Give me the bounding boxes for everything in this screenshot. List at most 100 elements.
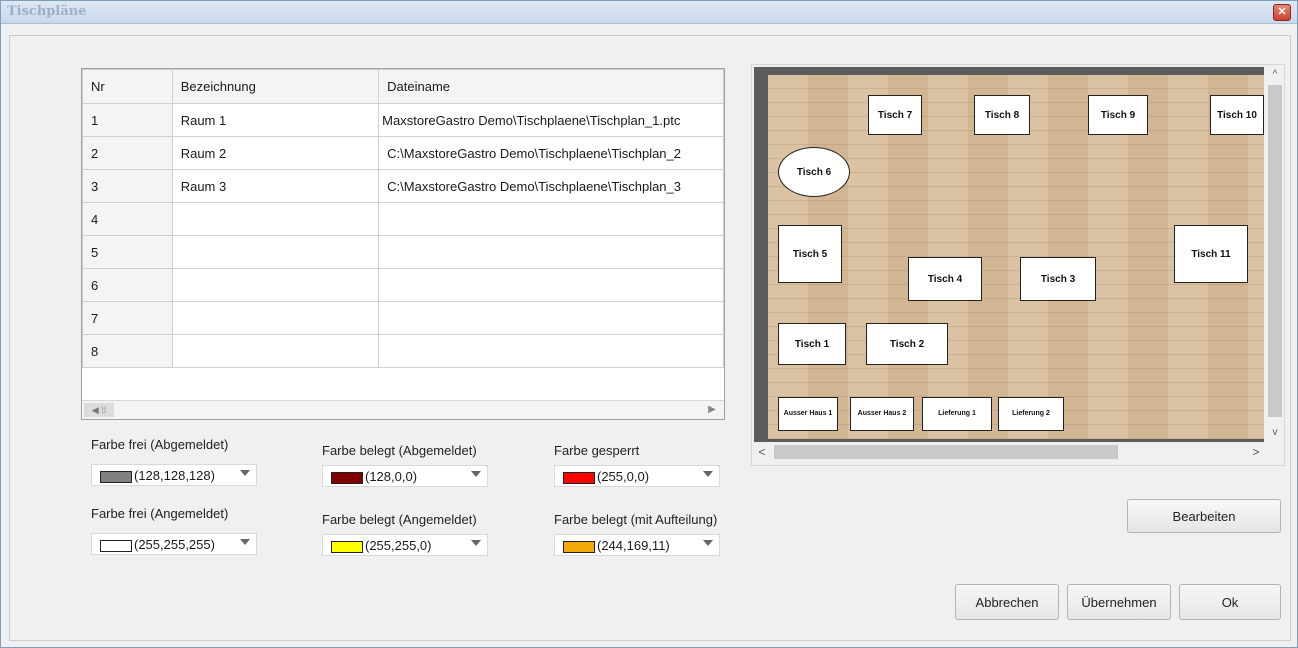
table-row[interactable]: 3 Raum 3 C:\MaxstoreGastro Demo\Tischplaen… bbox=[82, 169, 724, 203]
color-select-occupied-split[interactable]: (244,169,11) bbox=[554, 534, 720, 556]
color-select-occupied-logged-out[interactable]: (128,0,0) bbox=[322, 465, 488, 487]
row-name[interactable] bbox=[171, 334, 380, 368]
scroll-thumb[interactable] bbox=[1268, 85, 1282, 417]
row-name[interactable] bbox=[171, 235, 380, 269]
chevron-down-icon[interactable]: v bbox=[1266, 425, 1284, 441]
color-select-free-logged-out[interactable]: (128,128,128) bbox=[91, 464, 257, 486]
color-select-locked[interactable]: (255,0,0) bbox=[554, 465, 720, 487]
scroll-right-icon[interactable]: ▶ bbox=[704, 403, 720, 417]
floorplan-canvas: Tisch 7 Tisch 8 Tisch 9 Tisch 10 Tisch 6… bbox=[768, 75, 1264, 439]
table-tisch-8[interactable]: Tisch 8 bbox=[974, 95, 1030, 135]
chevron-left-icon[interactable]: < bbox=[754, 443, 770, 461]
table-row[interactable]: 8 bbox=[82, 334, 724, 368]
table-row[interactable]: 6 bbox=[82, 268, 724, 302]
title-bar: Tischpläne ✕ bbox=[1, 1, 1297, 24]
table-tisch-1[interactable]: Tisch 1 bbox=[778, 323, 846, 365]
color-value: (128,128,128) bbox=[134, 468, 215, 483]
row-file[interactable]: C:\MaxstoreGastro Demo\Tischplaene\Tisch… bbox=[378, 169, 724, 203]
edit-button[interactable]: Bearbeiten bbox=[1127, 499, 1281, 533]
table-tisch-3[interactable]: Tisch 3 bbox=[1020, 257, 1096, 301]
scroll-left-icon[interactable]: ◀ ⁞⁞ bbox=[84, 403, 114, 417]
row-file[interactable] bbox=[378, 301, 724, 335]
apply-button[interactable]: Übernehmen bbox=[1067, 584, 1171, 620]
color-label-occupied-logged-in: Farbe belegt (Angemeldet) bbox=[322, 512, 477, 527]
row-file[interactable]: MaxstoreGastro Demo\Tischplaene\Tischpla… bbox=[378, 103, 724, 137]
row-file[interactable] bbox=[378, 268, 724, 302]
color-value: (128,0,0) bbox=[365, 469, 418, 484]
table-lieferung-1[interactable]: Lieferung 1 bbox=[922, 397, 992, 431]
row-nr: 5 bbox=[82, 235, 173, 269]
color-label-occupied-logged-out: Farbe belegt (Abgemeldet) bbox=[322, 443, 477, 458]
chevron-down-icon[interactable] bbox=[703, 540, 713, 546]
table-tisch-6[interactable]: Tisch 6 bbox=[778, 147, 850, 197]
preview-horizontal-scrollbar[interactable]: < > bbox=[752, 443, 1266, 461]
chevron-up-icon[interactable]: ^ bbox=[1266, 67, 1284, 83]
preview-vertical-scrollbar[interactable]: ^ v bbox=[1266, 65, 1284, 443]
row-file[interactable] bbox=[378, 202, 724, 236]
close-icon[interactable]: ✕ bbox=[1273, 4, 1291, 21]
color-label-free-logged-out: Farbe frei (Abgemeldet) bbox=[91, 437, 229, 452]
table-tisch-7[interactable]: Tisch 7 bbox=[868, 95, 922, 135]
table-tisch-11[interactable]: Tisch 11 bbox=[1174, 225, 1248, 283]
ok-button[interactable]: Ok bbox=[1179, 584, 1281, 620]
color-label-locked: Farbe gesperrt bbox=[554, 443, 640, 458]
table-row[interactable]: 4 bbox=[82, 202, 724, 236]
row-nr: 1 bbox=[82, 103, 173, 137]
table-tisch-10[interactable]: Tisch 10 bbox=[1210, 95, 1264, 135]
row-nr: 4 bbox=[82, 202, 173, 236]
floorplan-preview[interactable]: Tisch 7 Tisch 8 Tisch 9 Tisch 10 Tisch 6… bbox=[751, 64, 1285, 466]
color-swatch bbox=[100, 540, 132, 552]
row-nr: 7 bbox=[82, 301, 173, 335]
window-title: Tischpläne bbox=[7, 4, 87, 19]
chevron-down-icon[interactable] bbox=[471, 540, 481, 546]
color-swatch bbox=[563, 541, 595, 553]
grid-header-row: Nr Bezeichnung Dateiname bbox=[82, 69, 724, 104]
row-name[interactable]: Raum 1 bbox=[171, 103, 380, 137]
row-name[interactable] bbox=[171, 202, 380, 236]
color-swatch bbox=[100, 471, 132, 483]
floorplan-grid[interactable]: Nr Bezeichnung Dateiname 1 Raum 1 Maxstore… bbox=[81, 68, 725, 420]
table-tisch-5[interactable]: Tisch 5 bbox=[778, 225, 842, 283]
color-label-free-logged-in: Farbe frei (Angemeldet) bbox=[91, 506, 229, 521]
tischplaene-window: Tischpläne ✕ Nr Bezeichnung Dateiname 1R… bbox=[0, 0, 1298, 648]
row-file[interactable] bbox=[378, 334, 724, 368]
table-row[interactable]: 5 bbox=[82, 235, 724, 269]
row-name[interactable] bbox=[171, 301, 380, 335]
column-header-dateiname[interactable]: Dateiname bbox=[378, 69, 724, 104]
table-lieferung-2[interactable]: Lieferung 2 bbox=[998, 397, 1064, 431]
row-nr: 8 bbox=[82, 334, 173, 368]
row-file[interactable]: C:\MaxstoreGastro Demo\Tischplaene\Tisch… bbox=[378, 136, 724, 170]
chevron-right-icon[interactable]: > bbox=[1248, 443, 1264, 461]
row-nr: 2 bbox=[82, 136, 173, 170]
column-header-nr[interactable]: Nr bbox=[82, 69, 173, 104]
cancel-button[interactable]: Abbrechen bbox=[955, 584, 1059, 620]
grid-horizontal-scrollbar[interactable]: ◀ ⁞⁞ ▶ bbox=[82, 400, 724, 419]
table-ausser-haus-1[interactable]: Ausser Haus 1 bbox=[778, 397, 838, 431]
color-value: (244,169,11) bbox=[597, 538, 670, 553]
table-tisch-4[interactable]: Tisch 4 bbox=[908, 257, 982, 301]
floorplan-frame: Tisch 7 Tisch 8 Tisch 9 Tisch 10 Tisch 6… bbox=[754, 67, 1264, 442]
color-swatch bbox=[331, 472, 363, 484]
chevron-down-icon[interactable] bbox=[471, 471, 481, 477]
scroll-thumb[interactable] bbox=[774, 445, 1118, 459]
color-swatch bbox=[563, 472, 595, 484]
color-select-free-logged-in[interactable]: (255,255,255) bbox=[91, 533, 257, 555]
column-header-bezeichnung[interactable]: Bezeichnung bbox=[171, 69, 380, 104]
chevron-down-icon[interactable] bbox=[240, 470, 250, 476]
color-value: (255,0,0) bbox=[597, 469, 650, 484]
row-name[interactable] bbox=[171, 268, 380, 302]
table-row[interactable]: 2 Raum 2 C:\MaxstoreGastro Demo\Tischplaen… bbox=[82, 136, 724, 170]
row-file[interactable] bbox=[378, 235, 724, 269]
row-name[interactable]: Raum 3 bbox=[171, 169, 380, 203]
row-nr: 3 bbox=[82, 169, 173, 203]
chevron-down-icon[interactable] bbox=[703, 471, 713, 477]
row-name[interactable]: Raum 2 bbox=[171, 136, 380, 170]
table-row[interactable]: 1 Raum 1 MaxstoreGastro Demo\Tischplaene\T… bbox=[82, 103, 724, 137]
table-row[interactable]: 7 bbox=[82, 301, 724, 335]
color-select-occupied-logged-in[interactable]: (255,255,0) bbox=[322, 534, 488, 556]
table-ausser-haus-2[interactable]: Ausser Haus 2 bbox=[850, 397, 914, 431]
color-value: (255,255,255) bbox=[134, 537, 215, 552]
chevron-down-icon[interactable] bbox=[240, 539, 250, 545]
table-tisch-2[interactable]: Tisch 2 bbox=[866, 323, 948, 365]
table-tisch-9[interactable]: Tisch 9 bbox=[1088, 95, 1148, 135]
